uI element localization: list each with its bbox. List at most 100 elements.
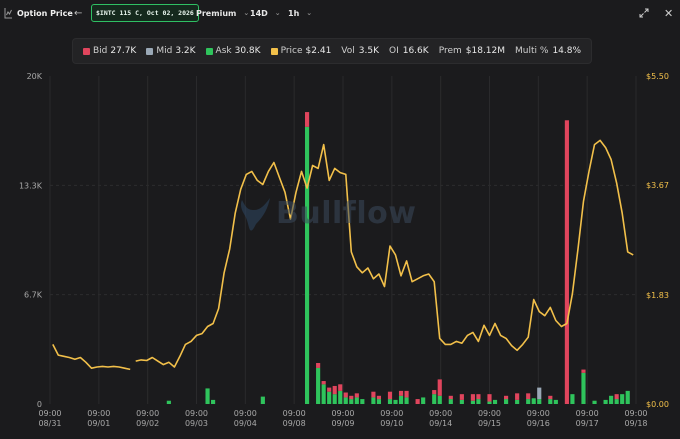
left-axis-tick-label: 13.3K [19, 181, 43, 190]
volume-bar-bid [354, 393, 359, 398]
x-axis-tick-time: 09:00 [234, 409, 257, 418]
x-axis-tick-date: 09/15 [478, 419, 501, 428]
volume-bar-ask [548, 399, 553, 404]
volume-bar-ask [404, 397, 409, 404]
x-axis-tick-date: 09/18 [624, 419, 647, 428]
volume-bar-ask [620, 394, 625, 404]
price-line [135, 139, 634, 368]
x-axis-tick-time: 09:00 [185, 409, 208, 418]
x-axis-tick-time: 09:00 [624, 409, 647, 418]
x-axis-tick-time: 09:00 [576, 409, 599, 418]
volume-bar-ask [625, 390, 630, 404]
volume-bar-bid [564, 120, 569, 404]
volume-bar-ask [609, 395, 614, 404]
ask-label: Ask [215, 46, 232, 56]
volume-bar-bid [316, 363, 321, 368]
bid-swatch [83, 47, 90, 55]
oi-label: OI [388, 46, 399, 56]
left-axis-tick-label: 0 [37, 400, 42, 409]
volume-bar-ask [614, 399, 619, 404]
bull-logo-icon [238, 194, 274, 238]
right-axis-tick-label: $3.67 [646, 181, 669, 190]
left-axis-tick-label: 6.7K [24, 291, 43, 300]
volume-bar-ask [205, 388, 210, 404]
ask-swatch [205, 47, 213, 55]
left-axis-tick-label: 20K [27, 72, 43, 81]
x-axis-tick-time: 09:00 [136, 409, 159, 418]
volume-bar-ask [476, 399, 481, 404]
price-label: Price [280, 46, 303, 56]
volume-bar-bid [526, 393, 531, 400]
volume-bar-ask [327, 391, 332, 404]
prem-value: $18.12M [465, 46, 506, 56]
x-axis-tick-time: 09:00 [331, 409, 354, 418]
price-swatch [270, 47, 278, 55]
x-axis-tick-time: 09:00 [478, 409, 501, 418]
volume-bar-ask [211, 399, 216, 404]
volume-bar-ask [260, 396, 265, 404]
price-value: $2.41 [305, 46, 332, 56]
x-axis-tick-date: 09/16 [527, 419, 550, 428]
x-axis-tick-time: 09:00 [87, 409, 110, 418]
volume-bar-ask [398, 395, 404, 404]
volume-bar-ask [338, 390, 343, 404]
price-line [52, 344, 131, 371]
volume-bar-ask [515, 399, 520, 404]
oi-stat: OI 16.6K [389, 46, 429, 56]
volume-bar-ask [421, 397, 426, 404]
volume-bar-ask [332, 394, 337, 404]
multi-stat: Multi % 14.8% [515, 46, 581, 56]
volume-bar-ask [470, 400, 475, 404]
vol-label: Vol [341, 46, 355, 56]
volume-bar-bid [504, 395, 509, 400]
x-axis-tick-date: 09/10 [380, 419, 403, 428]
volume-bar-ask [316, 367, 321, 404]
x-axis-tick-time: 09:00 [38, 409, 61, 418]
volume-bar-bid [327, 387, 332, 392]
legend: Bid 27.7K Mid 3.2K Ask 30.8K Price $2.41… [72, 38, 593, 64]
bid-label: Bid [93, 46, 108, 56]
x-axis-tick-date: 09/04 [234, 419, 257, 428]
volume-bar-bid [304, 112, 310, 127]
legend-bid[interactable]: Bid 27.7K [83, 46, 136, 56]
x-axis-tick-date: 09/17 [576, 419, 599, 428]
watermark: Bullflow [276, 196, 417, 231]
volume-bar-bid [515, 393, 520, 400]
volume-bar-ask [504, 399, 509, 404]
bid-value: 27.7K [110, 46, 137, 56]
x-axis-tick-date: 09/03 [185, 419, 208, 428]
x-axis-tick-date: 09/09 [331, 419, 354, 428]
x-axis-tick-time: 09:00 [527, 409, 550, 418]
x-axis-tick-date: 08/31 [38, 419, 61, 428]
volume-bar-ask [492, 399, 498, 404]
volume-bar-ask [537, 399, 542, 404]
mid-swatch [146, 47, 154, 55]
volume-bar-ask [321, 384, 326, 404]
vol-stat: Vol 3.5K [341, 46, 379, 56]
x-axis-tick-time: 09:00 [283, 409, 306, 418]
volume-bar-bid [332, 385, 337, 395]
volume-bar-bid [376, 395, 382, 400]
legend-price[interactable]: Price $2.41 [270, 46, 332, 56]
right-axis-tick-label: $1.83 [646, 291, 669, 300]
volume-bar-ask [603, 399, 608, 404]
volume-bar-ask [343, 397, 348, 404]
multi-label: Multi % [515, 46, 549, 56]
volume-bar-ask [570, 394, 575, 404]
volume-bar-bid [415, 399, 420, 404]
volume-bar-ask [531, 398, 536, 404]
x-axis-tick-time: 09:00 [380, 409, 403, 418]
volume-bar-bid [581, 369, 586, 373]
volume-bar-ask [393, 399, 398, 404]
volume-bar-bid [437, 379, 442, 396]
volume-bar-ask [371, 397, 376, 404]
volume-bar-ask [487, 401, 492, 404]
volume-bar-bid [338, 384, 343, 391]
volume-bar-ask [459, 399, 464, 404]
legend-mid[interactable]: Mid 3.2K [146, 46, 196, 56]
multi-value: 14.8% [552, 46, 582, 56]
volume-bar-ask [387, 399, 393, 404]
x-axis-tick-date: 09/14 [429, 419, 452, 428]
oi-value: 16.6K [402, 46, 429, 56]
legend-ask[interactable]: Ask 30.8K [205, 46, 261, 56]
